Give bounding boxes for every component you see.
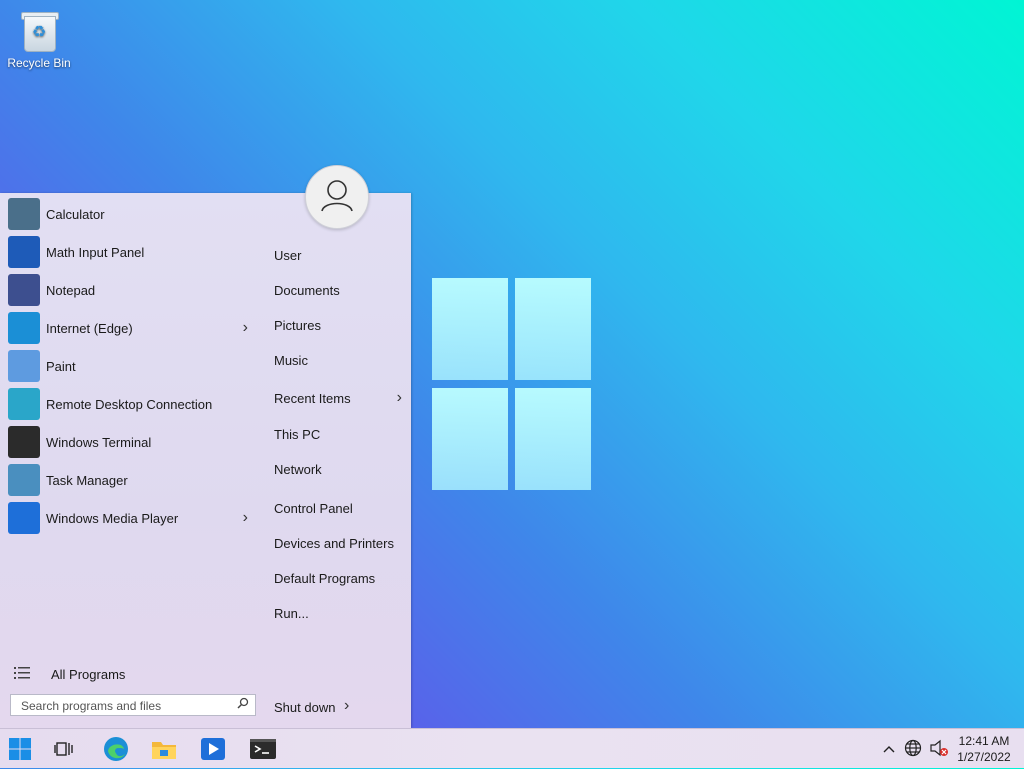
start-menu: Calculator Math Input Panel Notepad Interne… [0, 193, 411, 728]
place-item-label: Documents [274, 283, 340, 298]
app-item[interactable]: Remote Desktop Connection [0, 385, 262, 423]
recycle-bin-icon: ♻ [21, 10, 59, 52]
search-icon[interactable] [237, 697, 249, 712]
chevron-up-icon[interactable] [878, 742, 900, 756]
clock-date: 1/27/2022 [957, 750, 1011, 764]
all-programs-label: All Programs [51, 667, 126, 682]
app-item-label: Notepad [46, 282, 96, 298]
media-player-icon [201, 738, 225, 760]
task-view-button[interactable] [44, 729, 84, 769]
chevron-right-icon[interactable]: › [397, 389, 402, 407]
place-item-label: Pictures [274, 318, 321, 333]
app-item[interactable]: Notepad [0, 271, 262, 309]
place-item-label: Recent Items [274, 391, 351, 406]
shutdown-button[interactable]: Shut down › [274, 697, 349, 715]
place-item-label: User [274, 248, 302, 263]
terminal-icon [8, 426, 40, 458]
app-item[interactable]: Paint [0, 347, 262, 385]
place-item-label: Control Panel [274, 501, 353, 516]
chevron-right-icon[interactable]: › [243, 319, 248, 337]
clock[interactable]: 12:41 AM 1/27/2022 [952, 733, 1016, 765]
math-input-icon [8, 236, 40, 268]
remote-desktop-icon [8, 388, 40, 420]
app-item[interactable]: Internet (Edge) › [0, 309, 262, 347]
app-item-label: Math Input Panel [46, 244, 145, 260]
start-button[interactable] [0, 729, 40, 769]
edge-icon [8, 312, 40, 344]
app-item-label: Calculator [46, 206, 105, 222]
place-item[interactable]: User [274, 248, 402, 263]
taskbar-media-player-button[interactable] [193, 729, 233, 769]
calculator-icon [8, 198, 40, 230]
network-globe-icon[interactable] [900, 739, 926, 760]
place-item-label: This PC [274, 427, 321, 442]
task-view-icon [54, 742, 73, 756]
clock-time: 12:41 AM [958, 734, 1010, 748]
place-item[interactable]: Run... [274, 606, 402, 621]
place-item[interactable]: Default Programs [274, 571, 402, 586]
app-item[interactable]: Task Manager [0, 461, 262, 499]
windows-wallpaper-logo [432, 278, 592, 490]
terminal-icon [250, 739, 276, 759]
app-item-label: Windows Media Player [46, 510, 179, 526]
taskbar-terminal-button[interactable] [243, 729, 283, 769]
app-item-label: Internet (Edge) [46, 320, 133, 336]
app-item[interactable]: Calculator [0, 195, 262, 233]
notepad-icon [8, 274, 40, 306]
user-avatar[interactable] [305, 165, 369, 229]
place-item[interactable]: Network [274, 462, 402, 477]
place-item[interactable]: Music [274, 353, 402, 368]
recycle-bin[interactable]: ♻ Recycle Bin [6, 10, 72, 70]
system-tray: 12:41 AM 1/27/2022 [878, 729, 1024, 769]
chevron-right-icon[interactable]: › [243, 509, 248, 527]
place-item[interactable]: This PC [274, 427, 402, 442]
app-item[interactable]: Windows Media Player › [0, 499, 262, 537]
start-icon [9, 738, 31, 760]
place-item-label: Music [274, 353, 308, 368]
place-item[interactable]: Devices and Printers [274, 536, 402, 551]
search-input[interactable] [19, 696, 233, 716]
file-explorer-icon [152, 742, 176, 759]
edge-icon [104, 737, 128, 761]
place-item-label: Devices and Printers [274, 536, 394, 551]
app-item[interactable]: Math Input Panel [0, 233, 262, 271]
shutdown-label: Shut down [274, 700, 336, 715]
recycle-bin-label: Recycle Bin [7, 56, 71, 70]
place-item-label: Run... [274, 606, 309, 621]
paint-icon [8, 350, 40, 382]
media-player-icon [8, 502, 40, 534]
all-programs-button[interactable]: All Programs [14, 666, 125, 683]
place-item[interactable]: Recent Items › [274, 389, 402, 407]
taskbar-file-explorer-button[interactable] [144, 729, 184, 769]
place-item-label: Default Programs [274, 571, 376, 586]
app-item-label: Task Manager [46, 472, 128, 488]
app-item-label: Windows Terminal [46, 434, 152, 450]
chevron-right-icon[interactable]: › [344, 697, 349, 715]
list-icon [14, 666, 34, 683]
place-item[interactable]: Control Panel [274, 501, 402, 516]
volume-muted-icon[interactable] [926, 739, 952, 760]
place-item-label: Network [274, 462, 322, 477]
place-item[interactable]: Pictures [274, 318, 402, 333]
app-item-label: Remote Desktop Connection [46, 396, 213, 412]
taskbar: 12:41 AM 1/27/2022 [0, 728, 1024, 768]
taskbar-edge-button[interactable] [96, 729, 136, 769]
task-manager-icon [8, 464, 40, 496]
search-box[interactable] [10, 694, 256, 716]
place-item[interactable]: Documents [274, 283, 402, 298]
app-item[interactable]: Windows Terminal [0, 423, 262, 461]
app-item-label: Paint [46, 358, 76, 374]
